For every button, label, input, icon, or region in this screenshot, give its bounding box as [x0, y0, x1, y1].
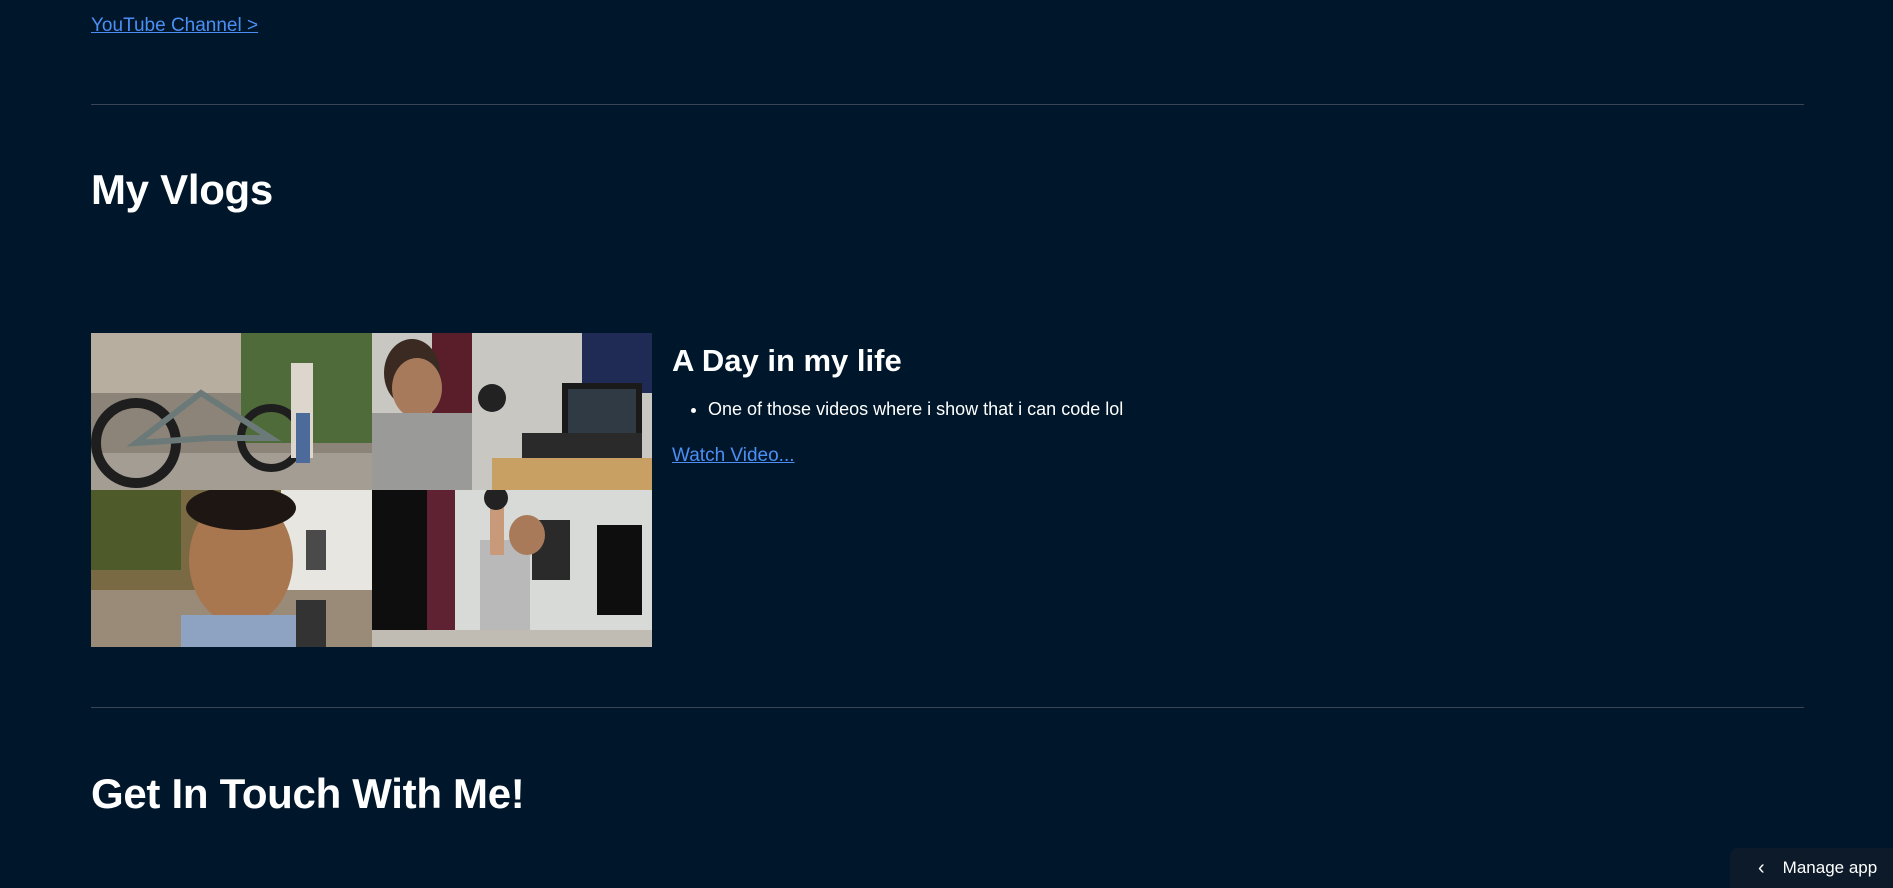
video-thumbnail[interactable] [91, 333, 652, 647]
manage-app-label: Manage app [1782, 858, 1878, 877]
video-details: A Day in my life One of those videos whe… [672, 343, 1123, 467]
section-divider [91, 104, 1804, 105]
chevron-left-icon: ‹ [1758, 857, 1765, 879]
thumbnail-tile-workout [372, 490, 652, 647]
watch-video-link[interactable]: Watch Video... [672, 445, 795, 467]
thumbnail-tile-selfie [91, 490, 372, 647]
list-item: One of those videos where i show that i … [708, 397, 1123, 421]
manage-app-button[interactable]: ‹ Manage app [1730, 848, 1893, 888]
contact-section-title: Get In Touch With Me! [91, 770, 525, 817]
section-divider [91, 707, 1804, 708]
thumbnail-tile-coding [372, 333, 652, 490]
vlogs-section-title: My Vlogs [91, 166, 273, 213]
video-title: A Day in my life [672, 343, 902, 378]
page: YouTube Channel > My Vlogs A Day in my l… [0, 0, 1893, 888]
youtube-channel-link[interactable]: YouTube Channel > [91, 15, 258, 37]
video-description-list: One of those videos where i show that i … [672, 397, 1123, 421]
thumbnail-tile-bicycle [91, 333, 372, 490]
